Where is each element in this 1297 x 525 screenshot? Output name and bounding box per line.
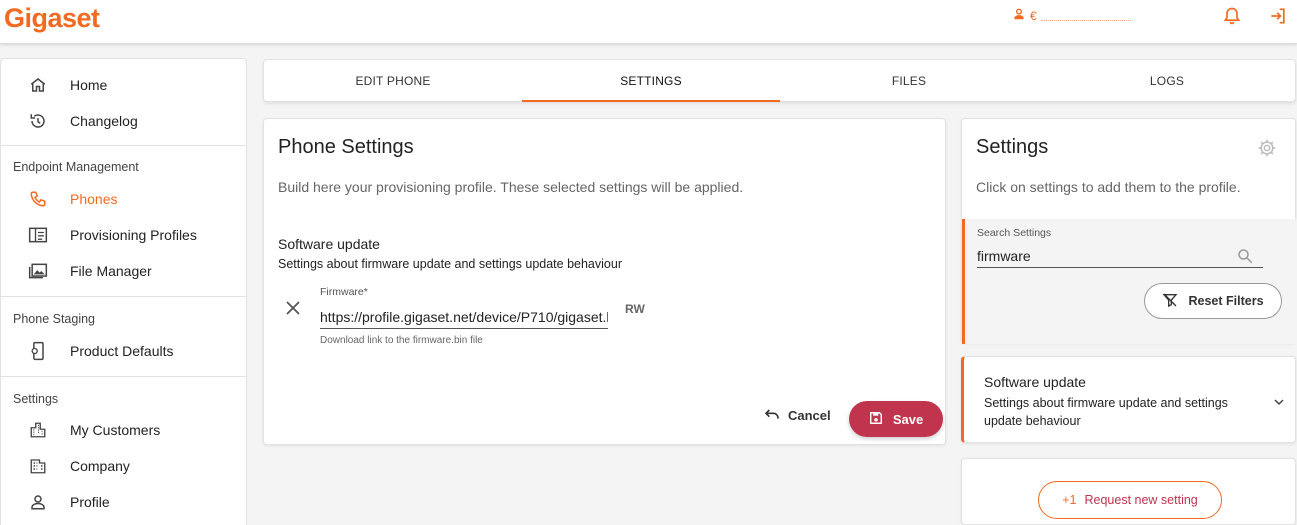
request-label: Request new setting [1084,493,1198,507]
firmware-url-input[interactable] [320,305,608,329]
user-menu[interactable]: € [1012,7,1131,24]
sidebar-item-changelog[interactable]: Changelog [1,103,246,139]
gigaset-logo[interactable]: Gigaset [4,3,100,34]
reset-filters-button[interactable]: Reset Filters [1144,283,1282,319]
sidebar-item-label: File Manager [70,263,152,279]
phone-icon [28,189,48,209]
floppy-save-icon [869,411,883,428]
remove-setting-close-icon[interactable] [284,299,302,317]
sidebar-item-profile[interactable]: Profile [1,484,246,520]
card-title: Phone Settings [278,136,414,158]
undo-icon [764,407,780,424]
logout-icon[interactable] [1268,6,1288,31]
search-label: Search Settings [977,227,1052,239]
phone-settings-card: Phone Settings Build here your provision… [263,118,946,445]
sidebar-item-label: My Customers [70,422,161,438]
tab-files[interactable]: FILES [780,60,1038,102]
tab-settings[interactable]: SETTINGS [522,60,780,102]
section-title: Endpoint Management [13,160,139,174]
user-name: € [1030,8,1037,23]
cancel-button[interactable]: Cancel [764,407,831,424]
sidebar-item-my-customers[interactable]: My Customers [1,412,246,448]
firmware-help-text: Download link to the firmware.bin file [320,335,483,346]
request-new-setting-button[interactable]: +1 Request new setting [1038,481,1222,519]
tab-bar: EDIT PHONE SETTINGS FILES LOGS [263,59,1296,102]
gear-icon[interactable] [1257,138,1277,163]
profile-card-icon [28,225,48,245]
sidebar-item-label: Provisioning Profiles [70,227,197,243]
reset-filters-label: Reset Filters [1188,294,1264,308]
person-icon [1012,7,1026,24]
result-title: Software update [984,374,1086,390]
save-button[interactable]: Save [849,401,943,437]
sidebar-item-provisioning-profiles[interactable]: Provisioning Profiles [1,217,246,253]
divider [1,296,246,297]
image-files-icon [28,261,48,281]
section-title: Phone Staging [13,312,96,326]
sidebar-item-label: Changelog [70,113,138,129]
phone-settings-icon [28,341,48,361]
sidebar-item-label: Phones [70,191,118,207]
tab-logs[interactable]: LOGS [1038,60,1296,102]
sidebar-item-home[interactable]: Home [1,67,246,103]
sidebar-item-label: Product Defaults [70,343,174,359]
firmware-label: Firmware* [320,286,368,298]
office-building-icon [28,456,48,476]
sidebar-item-company[interactable]: Company [1,448,246,484]
sidebar-item-label: Profile [70,494,110,510]
top-bar: Gigaset € [0,0,1297,44]
filter-off-icon [1162,292,1178,311]
sidebar-item-label: Company [70,458,130,474]
person-icon [28,492,48,512]
settings-panel: Settings Click on settings to add them t… [961,118,1297,344]
divider [1,376,246,377]
notifications-bell-icon[interactable] [1222,6,1242,31]
section-title: Settings [13,392,59,406]
setting-result-item[interactable]: Software update Settings about firmware … [961,356,1296,443]
history-icon [28,111,48,131]
group-title: Software update [278,236,380,252]
card-description: Build here your provisioning profile. Th… [278,179,744,195]
home-icon [28,75,48,95]
cancel-label: Cancel [788,408,831,423]
sidebar: Home Changelog Endpoint Management Phone… [0,58,247,525]
chevron-down-icon[interactable] [1271,394,1287,415]
search-panel: Search Settings Reset Filters [962,219,1297,344]
search-icon[interactable] [1236,247,1254,270]
save-label: Save [892,411,924,427]
settings-title: Settings [976,136,1049,158]
sidebar-item-file-manager[interactable]: File Manager [1,253,246,289]
plus-one-icon: +1 [1062,493,1077,507]
request-setting-card: +1 Request new setting [961,458,1296,525]
result-description: Settings about firmware update and setti… [984,396,1228,428]
sidebar-item-phones[interactable]: Phones [1,181,246,217]
group-description: Settings about firmware update and setti… [278,257,622,271]
sidebar-item-label: Home [70,77,108,93]
buildings-icon [28,420,48,440]
settings-description: Click on settings to add them to the pro… [976,179,1241,195]
divider [1,145,246,146]
redacted-user-name [1040,11,1131,21]
sidebar-item-product-defaults[interactable]: Product Defaults [1,333,246,369]
search-settings-input[interactable] [977,244,1263,268]
access-rw-badge[interactable]: RW [625,302,645,316]
tab-edit-phone[interactable]: EDIT PHONE [264,60,522,102]
